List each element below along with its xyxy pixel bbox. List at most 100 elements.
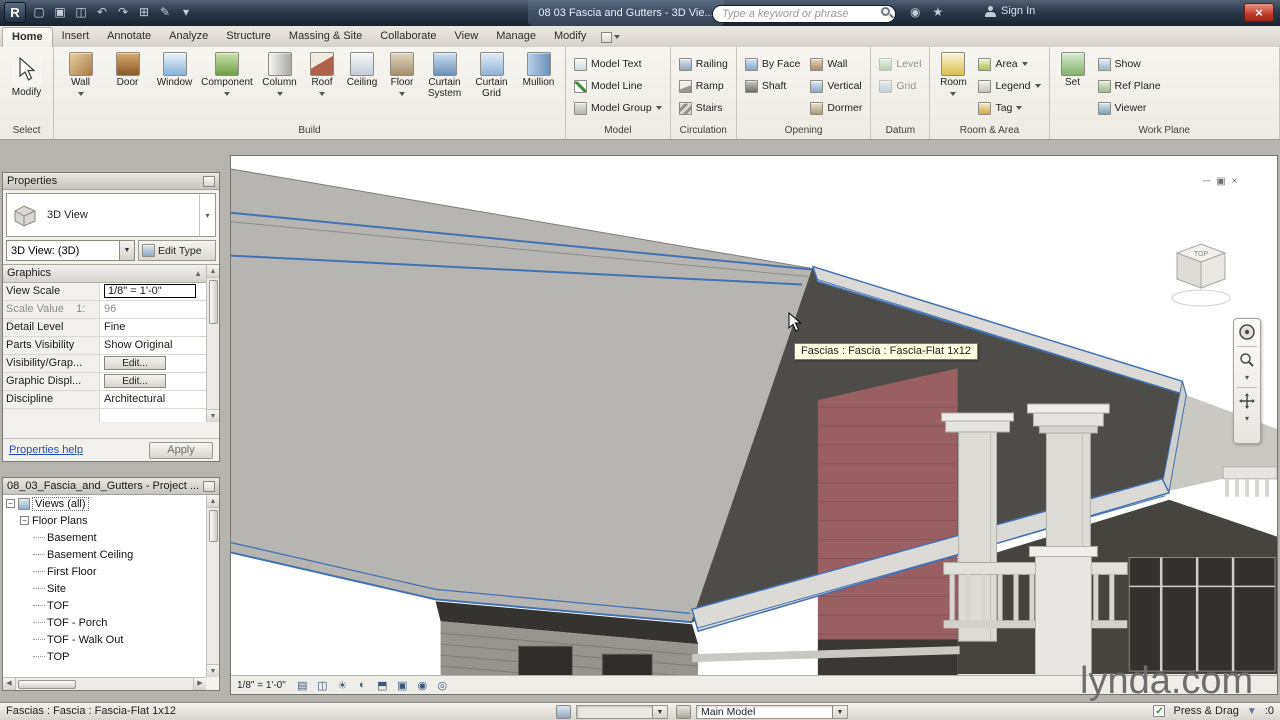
tree-node-views[interactable]: − Views (all) bbox=[3, 495, 206, 512]
view-minimize-icon[interactable]: ─ bbox=[1203, 176, 1210, 187]
combo-down-icon[interactable]: ▼ bbox=[652, 706, 667, 718]
view-selector-combo[interactable]: 3D View: (3D) ▼ bbox=[6, 240, 135, 261]
tree-node-basement-ceiling[interactable]: Basement Ceiling bbox=[3, 546, 206, 563]
tree-node-floor-plans[interactable]: − Floor Plans bbox=[3, 512, 206, 529]
ref-plane-button[interactable]: Ref Plane bbox=[1093, 75, 1166, 97]
tab-insert[interactable]: Insert bbox=[53, 27, 99, 47]
new-icon[interactable]: ▢ bbox=[32, 5, 46, 19]
scroll-up-icon[interactable]: ▲ bbox=[207, 495, 219, 508]
panel-label-build[interactable]: Build bbox=[54, 124, 565, 139]
curtain-system-button[interactable]: Curtain System bbox=[421, 49, 468, 123]
panel-label-circulation[interactable]: Circulation bbox=[671, 124, 736, 139]
scale-button[interactable]: 1/8" = 1'-0" bbox=[237, 680, 286, 691]
crop-region-icon[interactable]: ⬒ bbox=[375, 679, 390, 692]
search-input[interactable] bbox=[712, 5, 896, 23]
scrollbar-thumb[interactable] bbox=[18, 679, 76, 689]
railing-button[interactable]: Railing bbox=[674, 53, 733, 75]
combo-down-icon[interactable]: ▼ bbox=[832, 706, 847, 718]
legend-button[interactable]: Legend bbox=[973, 75, 1045, 97]
newel-post[interactable] bbox=[1028, 546, 1098, 679]
apply-button[interactable]: Apply bbox=[149, 441, 213, 459]
sun-path-icon[interactable]: ☀ bbox=[335, 679, 350, 692]
view-scale-value[interactable]: 1/8" = 1'-0" bbox=[104, 284, 196, 298]
tab-analyze[interactable]: Analyze bbox=[160, 27, 217, 47]
view-close-icon[interactable]: × bbox=[1232, 176, 1238, 187]
door-button[interactable]: Door bbox=[104, 49, 151, 123]
window-button[interactable]: Window bbox=[151, 49, 198, 123]
properties-scrollbar[interactable]: ▲ ▼ bbox=[206, 265, 219, 422]
tree-node-basement[interactable]: Basement bbox=[3, 529, 206, 546]
design-options-icon[interactable] bbox=[676, 705, 691, 719]
floor-button[interactable]: Floor bbox=[383, 49, 421, 123]
view-cube[interactable]: TOP bbox=[1169, 236, 1233, 314]
palette-menu-icon[interactable] bbox=[203, 175, 215, 187]
detail-level-icon[interactable]: ▤ bbox=[295, 679, 310, 692]
graphic-display-edit-button[interactable]: Edit... bbox=[104, 374, 166, 388]
combo-down-icon[interactable]: ▼ bbox=[119, 241, 134, 260]
column-button[interactable]: Column bbox=[256, 49, 303, 123]
tab-modify[interactable]: Modify bbox=[545, 27, 595, 47]
collapse-icon[interactable]: − bbox=[20, 516, 29, 525]
area-button[interactable]: Area bbox=[973, 53, 1045, 75]
panel-label-opening[interactable]: Opening bbox=[737, 124, 871, 139]
design-options-combo[interactable]: Main Model ▼ bbox=[696, 705, 848, 719]
component-button[interactable]: Component bbox=[198, 49, 256, 123]
discipline-value[interactable]: Architectural bbox=[100, 391, 206, 408]
tag-button[interactable]: Tag bbox=[973, 97, 1045, 119]
search-icon[interactable] bbox=[881, 7, 890, 16]
press-drag-checkbox[interactable]: ✓ bbox=[1153, 705, 1166, 717]
grid-button[interactable]: Grid bbox=[874, 75, 926, 97]
navbar-more-icon[interactable]: ▾ bbox=[1245, 414, 1249, 423]
communication-center-icon[interactable]: ◉ bbox=[910, 5, 920, 19]
zoom-icon[interactable] bbox=[1239, 352, 1255, 368]
stairs-button[interactable]: Stairs bbox=[674, 97, 733, 119]
collapse-icon[interactable]: − bbox=[6, 499, 15, 508]
vertical-opening-button[interactable]: Vertical bbox=[805, 75, 867, 97]
tab-home[interactable]: Home bbox=[2, 27, 53, 47]
temporary-hide-icon[interactable]: ◉ bbox=[415, 679, 430, 692]
detail-level-value[interactable]: Fine bbox=[100, 319, 206, 336]
roof-button[interactable]: Roof bbox=[303, 49, 341, 123]
application-menu-button[interactable]: R bbox=[4, 2, 26, 23]
selection-filter-icon[interactable]: ▼ bbox=[1247, 706, 1257, 717]
tab-manage[interactable]: Manage bbox=[487, 27, 545, 47]
redo-icon[interactable]: ↷ bbox=[116, 5, 130, 19]
tree-node-first-floor[interactable]: First Floor bbox=[3, 563, 206, 580]
navigation-wheel-icon[interactable] bbox=[1238, 323, 1256, 341]
dormer-button[interactable]: Dormer bbox=[805, 97, 867, 119]
tab-massing-site[interactable]: Massing & Site bbox=[280, 27, 371, 47]
wall-opening-button[interactable]: Wall bbox=[805, 53, 867, 75]
show-crop-icon[interactable]: ▣ bbox=[395, 679, 410, 692]
browser-hscrollbar[interactable]: ◀ ▶ bbox=[3, 677, 206, 690]
favorites-icon[interactable]: ★ bbox=[932, 5, 943, 19]
scroll-down-icon[interactable]: ▼ bbox=[207, 664, 219, 677]
panel-label-work-plane[interactable]: Work Plane bbox=[1050, 124, 1280, 139]
ramp-button[interactable]: Ramp bbox=[674, 75, 733, 97]
project-browser-header[interactable]: 08_03_Fascia_and_Gutters - Project ... bbox=[3, 478, 219, 495]
show-work-plane-button[interactable]: Show bbox=[1093, 53, 1166, 75]
far-railing[interactable] bbox=[1222, 466, 1277, 497]
browser-vscrollbar[interactable]: ▲ ▼ bbox=[206, 495, 219, 677]
pan-icon[interactable] bbox=[1239, 393, 1255, 409]
viewer-button[interactable]: Viewer bbox=[1093, 97, 1166, 119]
panel-label-room-area[interactable]: Room & Area bbox=[930, 124, 1048, 139]
undo-icon[interactable]: ↶ bbox=[95, 5, 109, 19]
wall-button[interactable]: Wall bbox=[57, 49, 104, 123]
tree-node-tof-porch[interactable]: TOF - Porch bbox=[3, 614, 206, 631]
scroll-right-icon[interactable]: ▶ bbox=[193, 678, 206, 690]
parts-visibility-value[interactable]: Show Original bbox=[100, 337, 206, 354]
model-text-button[interactable]: Model Text bbox=[569, 53, 667, 75]
worksets-icon[interactable] bbox=[556, 705, 571, 719]
tab-view[interactable]: View bbox=[446, 27, 488, 47]
right-windows[interactable] bbox=[1128, 557, 1276, 672]
panel-label-select[interactable]: Select bbox=[0, 124, 53, 139]
tree-node-tof-walk-out[interactable]: TOF - Walk Out bbox=[3, 631, 206, 648]
scroll-down-icon[interactable]: ▼ bbox=[207, 409, 219, 422]
mullion-button[interactable]: Mullion bbox=[515, 49, 562, 123]
ribbon-state-toggle[interactable] bbox=[601, 27, 621, 47]
palette-menu-icon[interactable] bbox=[203, 480, 215, 492]
view-restore-icon[interactable]: ▣ bbox=[1216, 176, 1225, 187]
reveal-hidden-icon[interactable]: ◎ bbox=[435, 679, 450, 692]
print-icon[interactable]: ⊞ bbox=[137, 5, 151, 19]
properties-help-link[interactable]: Properties help bbox=[9, 444, 83, 456]
